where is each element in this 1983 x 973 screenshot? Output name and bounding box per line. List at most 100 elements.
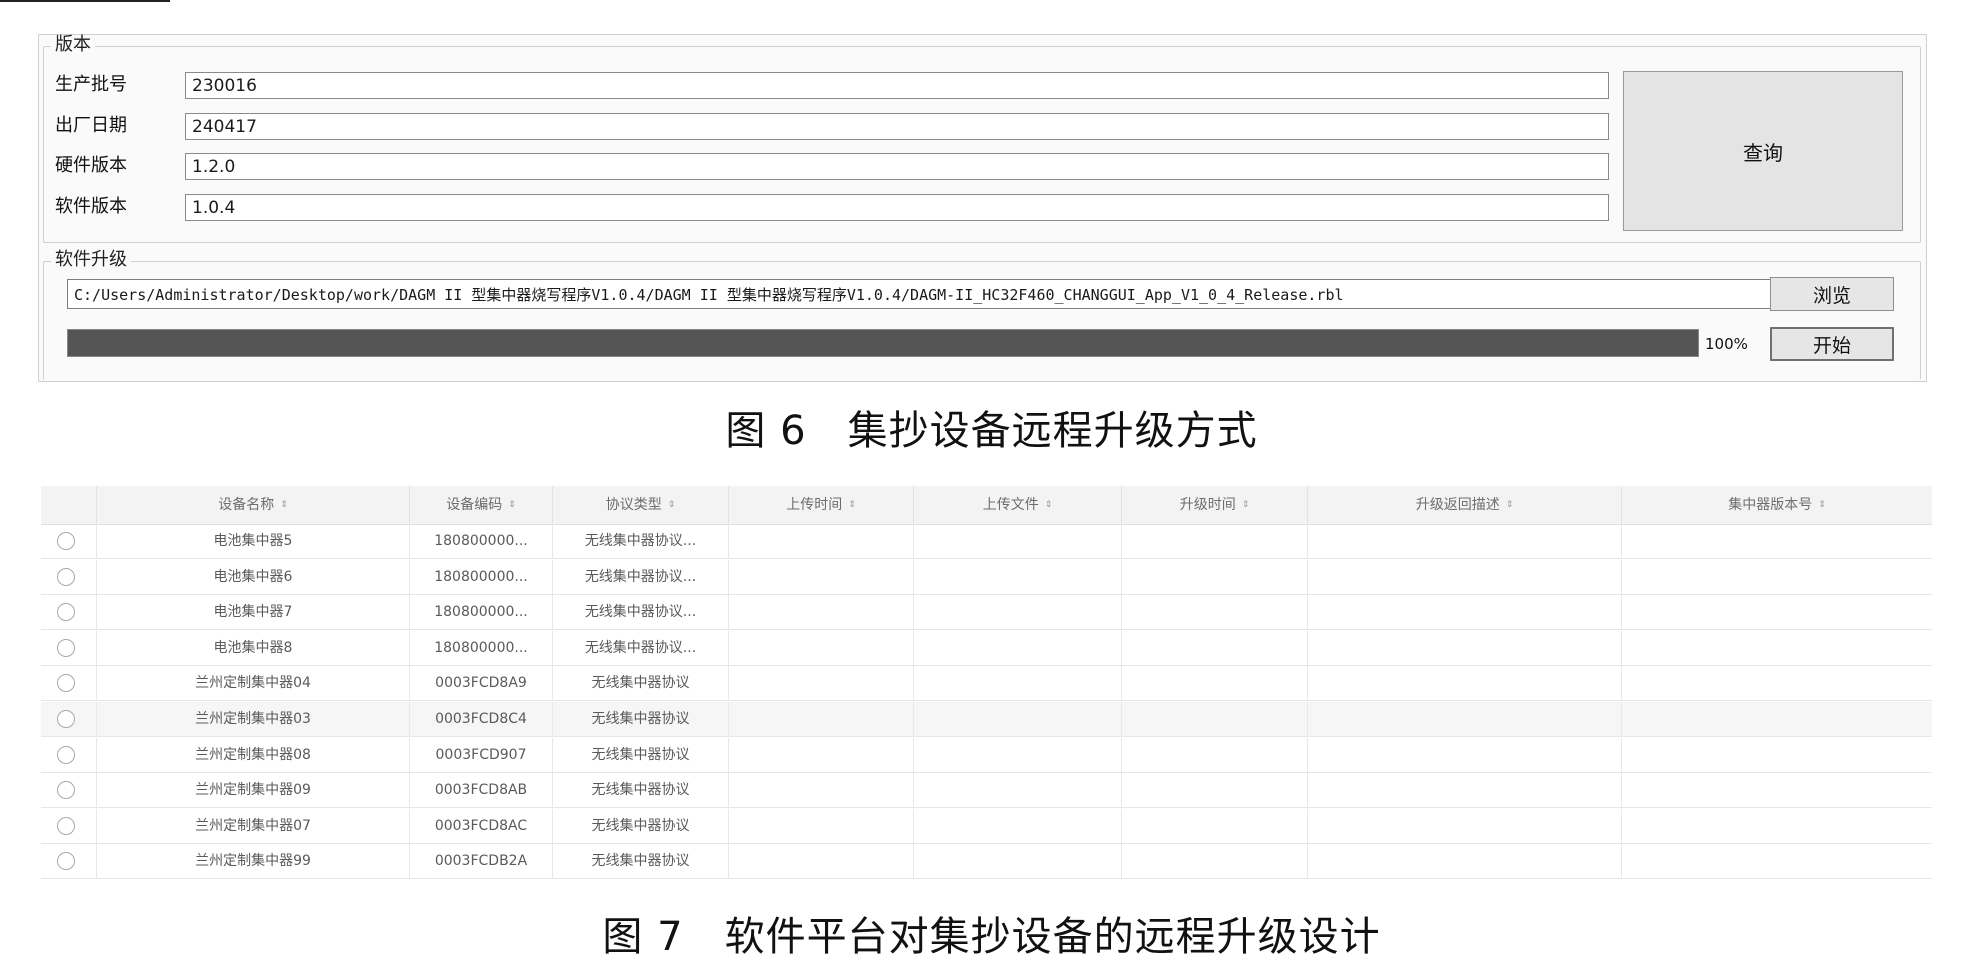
table-row[interactable]: 电池集中器8 180800000... 无线集中器协议...	[41, 630, 1932, 666]
batch-number-field[interactable]: 230016	[185, 72, 1609, 99]
column-header-concentrator-version[interactable]: 集中器版本号 ⇕	[1622, 486, 1932, 524]
row-select-radio[interactable]	[57, 638, 75, 657]
sort-icon[interactable]: ⇕	[668, 501, 676, 510]
table-row[interactable]: 电池集中器5 180800000... 无线集中器协议...	[41, 524, 1932, 559]
cell-empty	[729, 666, 914, 702]
header-label: 上传文件	[982, 497, 1039, 513]
cell-empty	[729, 559, 914, 595]
sort-icon[interactable]: ⇕	[1506, 501, 1514, 510]
hardware-version-field[interactable]: 1.2.0	[185, 153, 1609, 180]
figure-7-caption: 图 7 软件平台对集抄设备的远程升级设计	[602, 914, 1381, 960]
table-row[interactable]: 兰州定制集中器08 0003FCD907 无线集中器协议	[41, 737, 1932, 773]
table-row[interactable]: 兰州定制集中器07 0003FCD8AC 无线集中器协议	[41, 808, 1932, 844]
row-select-radio[interactable]	[57, 781, 75, 800]
cell-empty	[1308, 595, 1622, 631]
table-row[interactable]: 兰州定制集中器04 0003FCD8A9 无线集中器协议	[41, 666, 1932, 702]
progress-percent-label: 100%	[1705, 335, 1748, 353]
cell-protocol: 无线集中器协议	[553, 808, 729, 844]
row-select-radio[interactable]	[57, 710, 75, 728]
cell-code: 180800000...	[410, 630, 553, 666]
cell-empty	[729, 630, 914, 666]
table-row[interactable]: 兰州定制集中器99 0003FCDB2A 无线集中器协议	[41, 844, 1932, 880]
cell-empty	[1308, 773, 1622, 809]
cell-protocol: 无线集中器协议...	[553, 524, 729, 559]
table-row[interactable]: 电池集中器7 180800000... 无线集中器协议...	[41, 595, 1932, 631]
column-header-upload-time[interactable]: 上传时间 ⇕	[729, 486, 914, 524]
cell-empty	[1308, 844, 1622, 880]
row-select-radio[interactable]	[57, 852, 75, 871]
table-row[interactable]: 电池集中器6 180800000... 无线集中器协议...	[41, 559, 1932, 595]
row-select-cell	[41, 773, 97, 809]
header-label: 上传时间	[786, 497, 843, 513]
version-group-title: 版本	[51, 35, 95, 55]
cell-empty	[1622, 631, 1932, 666]
cell-code: 0003FCD8A9	[410, 666, 553, 702]
table-header: 设备名称 ⇕ 设备编码 ⇕ 协议类型 ⇕ 上传时间 ⇕ 上传文件 ⇕ 升级时间 ⇕ 升级返回…	[41, 486, 1932, 525]
cell-name: 兰州定制集中器07	[97, 808, 410, 844]
start-button[interactable]: 开始	[1770, 327, 1894, 361]
cell-empty	[1122, 773, 1308, 809]
cell-empty	[729, 844, 914, 880]
table-row[interactable]: 兰州定制集中器09 0003FCD8AB 无线集中器协议	[41, 773, 1932, 809]
sort-icon[interactable]: ⇕	[508, 501, 516, 510]
software-version-field[interactable]: 1.0.4	[185, 194, 1609, 221]
sort-icon[interactable]: ⇕	[848, 501, 856, 510]
row-select-radio[interactable]	[57, 816, 75, 835]
device-upgrade-table: 设备名称 ⇕ 设备编码 ⇕ 协议类型 ⇕ 上传时间 ⇕ 上传文件 ⇕ 升级时间 ⇕ 升级返回…	[41, 486, 1932, 884]
cell-empty	[914, 702, 1122, 737]
row-select-cell	[41, 666, 97, 702]
software-version-label: 软件版本	[55, 196, 127, 217]
sort-icon[interactable]: ⇕	[1045, 501, 1053, 510]
table-row[interactable]: 兰州定制集中器03 0003FCD8C4 无线集中器协议	[41, 702, 1932, 737]
cell-empty	[914, 844, 1122, 880]
header-label: 设备名称	[218, 497, 275, 513]
row-select-radio[interactable]	[57, 567, 75, 586]
column-header-device-name[interactable]: 设备名称 ⇕	[97, 486, 410, 524]
column-header-upgrade-result[interactable]: 升级返回描述 ⇕	[1308, 486, 1622, 524]
row-select-radio[interactable]	[57, 532, 75, 550]
cell-code: 180800000...	[410, 524, 553, 559]
header-label: 设备编码	[446, 497, 503, 513]
cell-protocol: 无线集中器协议	[553, 666, 729, 702]
row-select-radio[interactable]	[57, 745, 75, 764]
factory-date-field[interactable]: 240417	[185, 113, 1609, 140]
batch-number-label: 生产批号	[55, 74, 127, 95]
cell-empty	[914, 737, 1122, 773]
column-header-upload-file[interactable]: 上传文件 ⇕	[914, 486, 1122, 524]
header-label: 升级时间	[1179, 497, 1236, 513]
cell-empty	[1308, 524, 1622, 559]
cell-name: 电池集中器8	[97, 630, 410, 666]
cell-empty	[1308, 559, 1622, 595]
cell-protocol: 无线集中器协议...	[553, 595, 729, 631]
sort-icon[interactable]: ⇕	[1818, 501, 1826, 510]
column-header-upgrade-time[interactable]: 升级时间 ⇕	[1122, 486, 1308, 524]
sort-icon[interactable]: ⇕	[280, 501, 288, 510]
progress-fill	[68, 330, 1698, 356]
row-select-radio[interactable]	[57, 674, 75, 693]
sort-icon[interactable]: ⇕	[1242, 501, 1250, 510]
cell-empty	[1122, 559, 1308, 595]
cell-protocol: 无线集中器协议...	[553, 630, 729, 666]
query-button[interactable]: 查询	[1623, 71, 1903, 231]
file-path-field[interactable]: C:/Users/Administrator/Desktop/work/DAGM…	[67, 279, 1773, 309]
row-select-radio[interactable]	[57, 603, 75, 622]
browse-button[interactable]: 浏览	[1770, 277, 1894, 311]
column-header-device-code[interactable]: 设备编码 ⇕	[410, 486, 553, 524]
upgrade-progress-bar	[67, 329, 1699, 357]
column-header-protocol[interactable]: 协议类型 ⇕	[553, 486, 729, 524]
row-select-cell	[41, 702, 97, 737]
cell-protocol: 无线集中器协议	[553, 773, 729, 809]
cell-name: 电池集中器6	[97, 559, 410, 595]
cell-code: 0003FCD8C4	[410, 702, 553, 737]
cell-empty	[1122, 666, 1308, 702]
cell-code: 180800000...	[410, 595, 553, 631]
cell-empty	[1622, 560, 1932, 595]
cell-empty	[1122, 844, 1308, 880]
header-label: 集中器版本号	[1728, 497, 1813, 513]
cell-empty	[1622, 773, 1932, 808]
row-select-cell	[41, 595, 97, 631]
cell-empty	[914, 773, 1122, 809]
cell-empty	[729, 595, 914, 631]
cell-empty	[1622, 844, 1932, 879]
cell-empty	[1308, 808, 1622, 844]
